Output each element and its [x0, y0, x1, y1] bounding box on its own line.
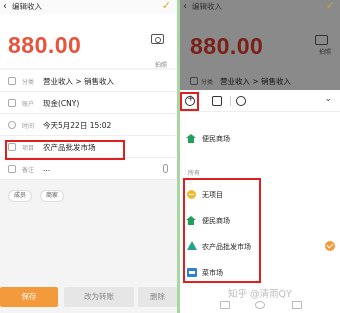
amount-display: 880.00: [190, 33, 264, 59]
back-arrow-icon: ‹: [183, 1, 187, 12]
system-nav-bar: [180, 298, 340, 313]
category-label: 分类: [201, 79, 214, 86]
top-bar: ‹ 编辑收入 ✓: [0, 0, 177, 14]
camera-icon: [315, 35, 328, 45]
chevron-down-icon[interactable]: ⌄: [324, 94, 332, 104]
recent-project-item[interactable]: 便民商场: [180, 132, 340, 150]
project-highlight-box: [5, 140, 125, 160]
amount-card: 880.00 拍照: [0, 14, 177, 69]
account-value: 现金(CNY): [43, 99, 80, 108]
search-icon[interactable]: [236, 96, 246, 106]
nav-home-icon[interactable]: [255, 301, 265, 309]
selected-check-icon: [325, 241, 335, 251]
category-row[interactable]: 分类 营业收入 > 销售收入: [0, 70, 177, 92]
back-arrow-icon[interactable]: ‹: [3, 1, 7, 13]
entry-form: 分类 营业收入 > 销售收入 账户 现金(CNY) 时间 今天5月22日 15:…: [0, 70, 177, 180]
sheet-toolbar: ⌄: [180, 90, 340, 112]
clock-icon: [8, 121, 16, 129]
confirm-check-icon[interactable]: ✓: [162, 0, 171, 12]
nav-recent-icon[interactable]: [220, 301, 230, 309]
dimmed-background[interactable]: ‹ 编辑收入 ✓ 880.00 拍照 分类 营业收入 > 销售收入: [180, 0, 340, 90]
category-label: 分类: [22, 79, 35, 86]
convert-to-transfer-button[interactable]: 改为转账: [64, 287, 134, 307]
tag-chips: 成员 商家: [0, 186, 177, 206]
project-bottom-sheet: ⌄ 便民商场 所有 无项目 便民商场 农产品批发市场 菜市场 知乎 @清雨QY: [180, 90, 340, 313]
action-bar: 保存 改为转账 删除: [0, 285, 177, 309]
add-highlight-box: [180, 92, 199, 111]
time-label: 时间: [22, 123, 35, 130]
project-list-highlight-box: [183, 178, 261, 283]
toolbar-separator: [230, 96, 231, 106]
delete-button[interactable]: 删除: [138, 287, 177, 307]
memo-icon: [8, 165, 16, 173]
account-row[interactable]: 账户 现金(CNY): [0, 92, 177, 114]
recent-project-label: 便民商场: [202, 135, 230, 143]
edit-income-screen: ‹ 编辑收入 ✓ 880.00 拍照 分类 营业收入 > 销售收入 账户 现金(…: [0, 0, 177, 313]
category-icon: [190, 77, 198, 85]
account-icon: [8, 99, 16, 107]
amount-display[interactable]: 880.00: [8, 32, 81, 59]
microphone-icon[interactable]: [163, 164, 168, 173]
page-title: 编辑收入: [12, 2, 42, 11]
time-row[interactable]: 时间 今天5月22日 15:02: [0, 114, 177, 136]
edit-icon[interactable]: [212, 96, 222, 106]
page-title: 编辑收入: [192, 2, 222, 11]
nav-menu-icon[interactable]: [292, 301, 302, 309]
memo-label: 备注: [22, 167, 35, 174]
merchant-chip[interactable]: 商家: [40, 190, 65, 202]
memo-value[interactable]: ...: [43, 164, 50, 173]
camera-label: 拍照: [154, 62, 167, 69]
confirm-check-icon: ✓: [325, 0, 335, 12]
camera-icon[interactable]: [151, 34, 164, 44]
house-icon: [186, 134, 196, 146]
save-button[interactable]: 保存: [0, 287, 58, 307]
memo-row[interactable]: 备注 ...: [0, 158, 177, 180]
project-picker-screen: ‹ 编辑收入 ✓ 880.00 拍照 分类 营业收入 > 销售收入 ⌄ 便民商场…: [180, 0, 340, 313]
member-chip[interactable]: 成员: [8, 190, 33, 202]
category-icon: [8, 77, 16, 85]
camera-label: 拍照: [318, 49, 331, 56]
category-value: 营业收入 > 销售收入: [220, 77, 292, 86]
section-label-all: 所有: [188, 170, 201, 177]
account-label: 账户: [22, 101, 35, 108]
category-value: 营业收入 > 销售收入: [43, 77, 115, 86]
time-value: 今天5月22日 15:02: [43, 121, 112, 130]
